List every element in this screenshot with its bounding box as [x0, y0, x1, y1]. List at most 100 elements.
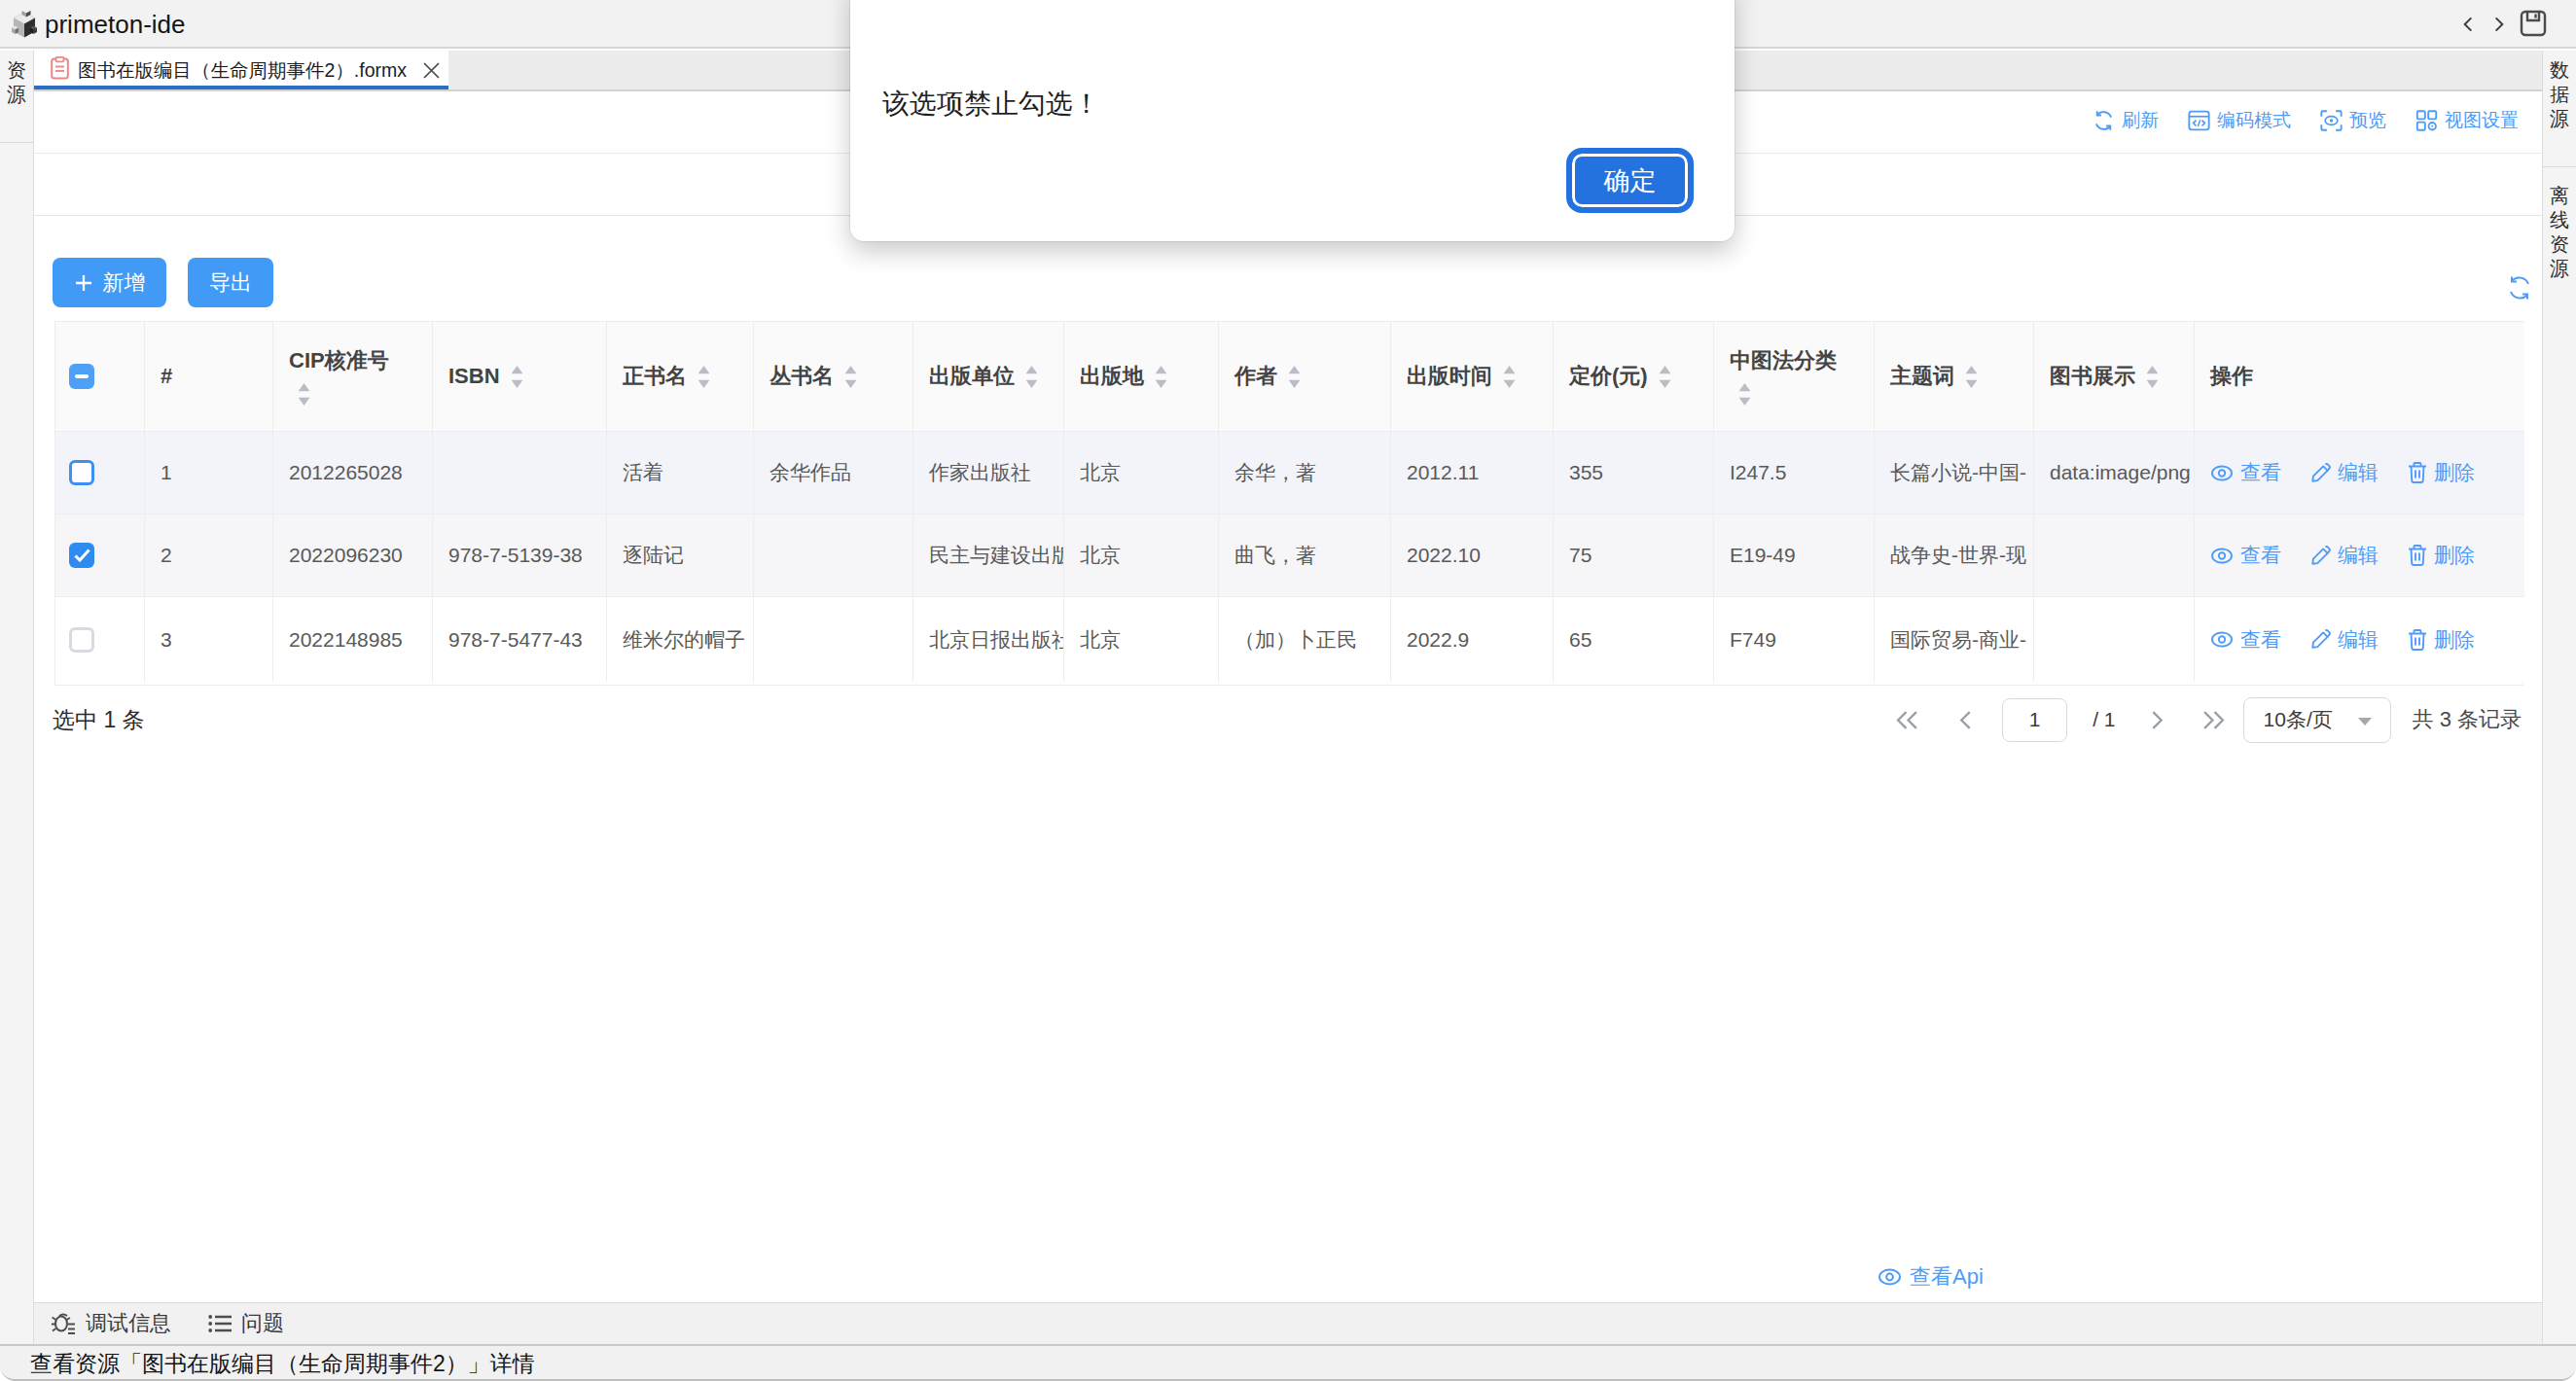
cell-price: 75 — [1554, 514, 1714, 597]
row-checkbox[interactable] — [69, 543, 94, 568]
cell-publisher: 作家出版社 — [913, 432, 1064, 514]
page-size-select[interactable]: 10条/页 — [2243, 697, 2391, 743]
cell-cip: 2022148985 — [273, 597, 433, 682]
data-table: # CIP核准号 ISBN 正书名 丛书名 出版单位出版地 作者出版时间 定价(元) 中图法分类… — [54, 321, 2523, 686]
page-input[interactable]: 1 — [2002, 698, 2067, 742]
view-api-link[interactable]: 查看Api — [1878, 1262, 1984, 1292]
column-header-clc[interactable]: 中图法分类 — [1714, 322, 1875, 432]
code-mode-button[interactable]: 编码模式 — [2188, 108, 2291, 133]
column-label: 操作 — [2210, 362, 2253, 391]
last-page-icon[interactable] — [2202, 695, 2225, 744]
tab-formx[interactable]: 图书在版编目（生命周期事件2）.formx — [34, 51, 448, 89]
delete-link[interactable]: 删除 — [2408, 626, 2475, 654]
column-header-price[interactable]: 定价(元) — [1554, 322, 1714, 432]
delete-trash-icon — [2408, 462, 2427, 483]
delete-link[interactable]: 删除 — [2408, 459, 2475, 486]
column-header-index: # — [145, 322, 273, 432]
table-row: 12012265028活着余华作品作家出版社北京余华，著2012.11355I2… — [55, 432, 2524, 514]
bottom-panel: 调试信息 问题 — [34, 1302, 2542, 1344]
selected-count: 选中 1 条 — [53, 705, 145, 735]
column-header-series[interactable]: 丛书名 — [754, 322, 913, 432]
column-header-place[interactable]: 出版地 — [1064, 322, 1219, 432]
save-icon[interactable] — [2520, 10, 2547, 37]
sync-icon[interactable] — [2507, 275, 2532, 301]
op-label: 删除 — [2434, 626, 2475, 654]
column-header-subject[interactable]: 主题词 — [1875, 322, 2034, 432]
add-button[interactable]: 新增 — [53, 258, 166, 307]
cell-index: 2 — [145, 514, 273, 597]
indeterminate-mark — [75, 374, 89, 378]
column-header-publisher[interactable]: 出版单位 — [913, 322, 1064, 432]
column-header-cip[interactable]: CIP核准号 — [273, 322, 433, 432]
column-header-isbn[interactable]: ISBN — [433, 322, 607, 432]
cell-place: 北京 — [1064, 597, 1219, 682]
column-label: 定价(元) — [1569, 362, 1648, 391]
column-header-display[interactable]: 图书展示 — [2034, 322, 2195, 432]
edit-pencil-icon — [2310, 629, 2331, 650]
cell-publisher: 北京日报出版社 — [913, 597, 1064, 682]
preview-button[interactable]: 预览 — [2320, 108, 2386, 133]
edit-link[interactable]: 编辑 — [2310, 542, 2379, 569]
sidebar-item-offline-resources[interactable]: 离线资源 — [2543, 167, 2576, 281]
cell-author: 曲飞，著 — [1219, 514, 1391, 597]
delete-link[interactable]: 删除 — [2408, 542, 2475, 569]
tab-close-icon[interactable] — [419, 58, 443, 82]
panel-item-label: 调试信息 — [86, 1309, 171, 1338]
edit-pencil-icon — [2310, 463, 2331, 483]
cell-clc: I247.5 — [1714, 432, 1875, 514]
column-header-pubdate[interactable]: 出版时间 — [1391, 322, 1554, 432]
op-label: 查看 — [2240, 459, 2281, 486]
column-label: 丛书名 — [769, 362, 834, 391]
column-label: 正书名 — [623, 362, 687, 391]
form-content: 新增 导出 # CIP核准号 ISBN 正书名 丛书名 出版单位出版地 作者出版时间 定价(元… — [34, 216, 2542, 1302]
next-page-icon[interactable] — [2151, 695, 2164, 744]
column-header-title[interactable]: 正书名 — [607, 322, 754, 432]
app-logo-icon — [10, 8, 39, 43]
page-size-value: 10条/页 — [2264, 706, 2333, 733]
cell-title: 逐陆记 — [607, 514, 754, 597]
view-settings-button[interactable]: 视图设置 — [2415, 108, 2519, 133]
tab-active-underline — [34, 86, 448, 89]
view-eye-icon — [2210, 548, 2234, 564]
op-label: 编辑 — [2338, 459, 2379, 486]
cell-author: （加）卜正民 — [1219, 597, 1391, 682]
view-link[interactable]: 查看 — [2210, 459, 2281, 486]
cell-ops: 查看 编辑 删除 — [2195, 597, 2524, 682]
row-checkbox[interactable] — [69, 627, 94, 653]
chevron-down-icon — [2357, 708, 2373, 731]
edit-link[interactable]: 编辑 — [2310, 626, 2379, 654]
prev-page-icon[interactable] — [1959, 695, 1972, 744]
nav-forward-icon[interactable] — [2487, 11, 2512, 38]
dialog-ok-button[interactable]: 确定 — [1566, 148, 1694, 213]
column-label: 中图法分类 — [1730, 346, 1837, 375]
cell-series: 余华作品 — [754, 432, 913, 514]
op-label: 删除 — [2434, 459, 2475, 486]
toolbar-item-label: 预览 — [2349, 108, 2386, 133]
tab-title: 图书在版编目（生命周期事件2）.formx — [78, 57, 407, 84]
table-row: 22022096230978-7-5139-38逐陆记民主与建设出版社北京曲飞，… — [55, 514, 2524, 597]
cell-place: 北京 — [1064, 514, 1219, 597]
row-checkbox[interactable] — [69, 460, 94, 485]
debug-info-tab[interactable]: 调试信息 — [51, 1309, 171, 1338]
view-link[interactable]: 查看 — [2210, 542, 2281, 569]
check-mark — [74, 549, 90, 562]
column-label: 出版时间 — [1407, 362, 1492, 391]
cell-display — [2034, 597, 2195, 682]
export-button[interactable]: 导出 — [188, 258, 273, 307]
delete-trash-icon — [2408, 545, 2427, 566]
view-settings-icon — [2415, 110, 2438, 131]
column-header-author[interactable]: 作者 — [1219, 322, 1391, 432]
first-page-icon[interactable] — [1896, 695, 1918, 744]
op-label: 查看 — [2240, 542, 2281, 569]
refresh-button[interactable]: 刷新 — [2093, 108, 2159, 133]
view-link[interactable]: 查看 — [2210, 626, 2281, 654]
edit-link[interactable]: 编辑 — [2310, 459, 2379, 486]
problems-tab[interactable]: 问题 — [208, 1309, 284, 1338]
column-label: CIP核准号 — [289, 346, 389, 375]
sidebar-item-resources[interactable]: 资源 — [0, 51, 33, 143]
nav-back-icon[interactable] — [2455, 11, 2481, 38]
toolbar-item-label: 刷新 — [2122, 108, 2159, 133]
column-label: 出版地 — [1080, 362, 1144, 391]
sidebar-item-datasource[interactable]: 数据源 — [2543, 51, 2576, 167]
select-all-checkbox[interactable] — [69, 364, 94, 389]
